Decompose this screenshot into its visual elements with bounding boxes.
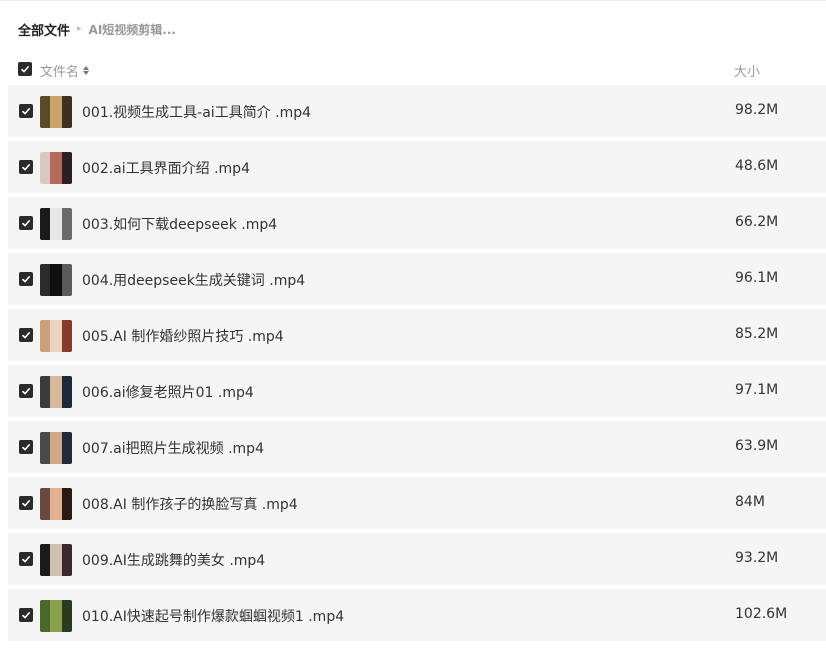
- file-row[interactable]: 003.如何下载deepseek .mp4 66.2M: [8, 197, 826, 249]
- file-size: 93.2M: [735, 550, 779, 566]
- sort-icon[interactable]: [83, 66, 90, 75]
- file-row[interactable]: 006.ai修复老照片01 .mp4 97.1M: [8, 365, 826, 417]
- file-size: 66.2M: [735, 214, 779, 230]
- checkmark-icon: [21, 107, 31, 115]
- file-name[interactable]: 003.如何下载deepseek .mp4: [82, 214, 277, 234]
- file-size: 48.6M: [735, 158, 779, 174]
- file-row[interactable]: 008.AI 制作孩子的换脸写真 .mp4 84M: [8, 477, 826, 529]
- top-divider: [0, 0, 826, 4]
- file-size: 102.6M: [735, 606, 788, 622]
- file-checkbox[interactable]: [19, 272, 33, 286]
- file-checkbox[interactable]: [19, 552, 33, 566]
- file-checkbox[interactable]: [19, 440, 33, 454]
- file-name[interactable]: 008.AI 制作孩子的换脸写真 .mp4: [82, 494, 298, 514]
- checkmark-icon: [21, 555, 31, 563]
- file-row[interactable]: 010.AI快速起号制作爆款蝈蝈视频1 .mp4 102.6M: [8, 589, 826, 641]
- file-checkbox[interactable]: [19, 384, 33, 398]
- list-header: 文件名 大小: [0, 54, 826, 84]
- file-row[interactable]: 009.AI生成跳舞的美女 .mp4 93.2M: [8, 533, 826, 585]
- video-thumbnail[interactable]: [40, 264, 72, 296]
- checkmark-icon: [21, 387, 31, 395]
- file-name[interactable]: 001.视频生成工具-ai工具简介 .mp4: [82, 102, 311, 122]
- video-thumbnail[interactable]: [40, 600, 72, 632]
- file-list: 001.视频生成工具-ai工具简介 .mp4 98.2M 002.ai工具界面介绍 …: [8, 85, 826, 645]
- column-header-size[interactable]: 大小: [734, 61, 760, 80]
- file-size: 97.1M: [735, 382, 779, 398]
- checkmark-icon: [21, 611, 31, 619]
- video-thumbnail[interactable]: [40, 432, 72, 464]
- checkmark-icon: [21, 331, 31, 339]
- file-name[interactable]: 002.ai工具界面介绍 .mp4: [82, 158, 250, 178]
- file-row[interactable]: 001.视频生成工具-ai工具简介 .mp4 98.2M: [8, 85, 826, 137]
- file-row[interactable]: 004.用deepseek生成关键词 .mp4 96.1M: [8, 253, 826, 305]
- file-checkbox[interactable]: [19, 496, 33, 510]
- checkmark-icon: [21, 275, 31, 283]
- video-thumbnail[interactable]: [40, 488, 72, 520]
- video-thumbnail[interactable]: [40, 208, 72, 240]
- file-name[interactable]: 005.AI 制作婚纱照片技巧 .mp4: [82, 326, 284, 346]
- column-header-name[interactable]: 文件名: [40, 61, 90, 80]
- checkmark-icon: [21, 499, 31, 507]
- video-thumbnail[interactable]: [40, 376, 72, 408]
- checkmark-icon: [20, 65, 30, 73]
- video-thumbnail[interactable]: [40, 152, 72, 184]
- file-name[interactable]: 004.用deepseek生成关键词 .mp4: [82, 270, 305, 290]
- file-row[interactable]: 005.AI 制作婚纱照片技巧 .mp4 85.2M: [8, 309, 826, 361]
- checkmark-icon: [21, 163, 31, 171]
- file-name[interactable]: 007.ai把照片生成视频 .mp4: [82, 438, 264, 458]
- file-row[interactable]: 007.ai把照片生成视频 .mp4 63.9M: [8, 421, 826, 473]
- checkmark-icon: [21, 443, 31, 451]
- file-checkbox[interactable]: [19, 160, 33, 174]
- file-size: 96.1M: [735, 270, 779, 286]
- file-row[interactable]: 002.ai工具界面介绍 .mp4 48.6M: [8, 141, 826, 193]
- video-thumbnail[interactable]: [40, 320, 72, 352]
- file-name[interactable]: 006.ai修复老照片01 .mp4: [82, 382, 254, 402]
- file-size: 98.2M: [735, 102, 779, 118]
- file-checkbox[interactable]: [19, 328, 33, 342]
- file-checkbox[interactable]: [19, 104, 33, 118]
- file-name[interactable]: 009.AI生成跳舞的美女 .mp4: [82, 550, 265, 570]
- file-name[interactable]: 010.AI快速起号制作爆款蝈蝈视频1 .mp4: [82, 606, 344, 626]
- select-all-checkbox[interactable]: [18, 62, 32, 76]
- breadcrumb: 全部文件 ▸ AI短视频剪辑...: [18, 19, 176, 39]
- breadcrumb-root[interactable]: 全部文件: [18, 20, 70, 39]
- file-size: 63.9M: [735, 438, 779, 454]
- checkmark-icon: [21, 219, 31, 227]
- file-checkbox[interactable]: [19, 216, 33, 230]
- file-size: 84M: [735, 494, 765, 510]
- file-checkbox[interactable]: [19, 608, 33, 622]
- breadcrumb-current-folder[interactable]: AI短视频剪辑...: [89, 21, 176, 38]
- video-thumbnail[interactable]: [40, 544, 72, 576]
- video-thumbnail[interactable]: [40, 96, 72, 128]
- column-header-name-label: 文件名: [40, 65, 80, 80]
- breadcrumb-separator-icon: ▸: [77, 24, 82, 34]
- file-size: 85.2M: [735, 326, 779, 342]
